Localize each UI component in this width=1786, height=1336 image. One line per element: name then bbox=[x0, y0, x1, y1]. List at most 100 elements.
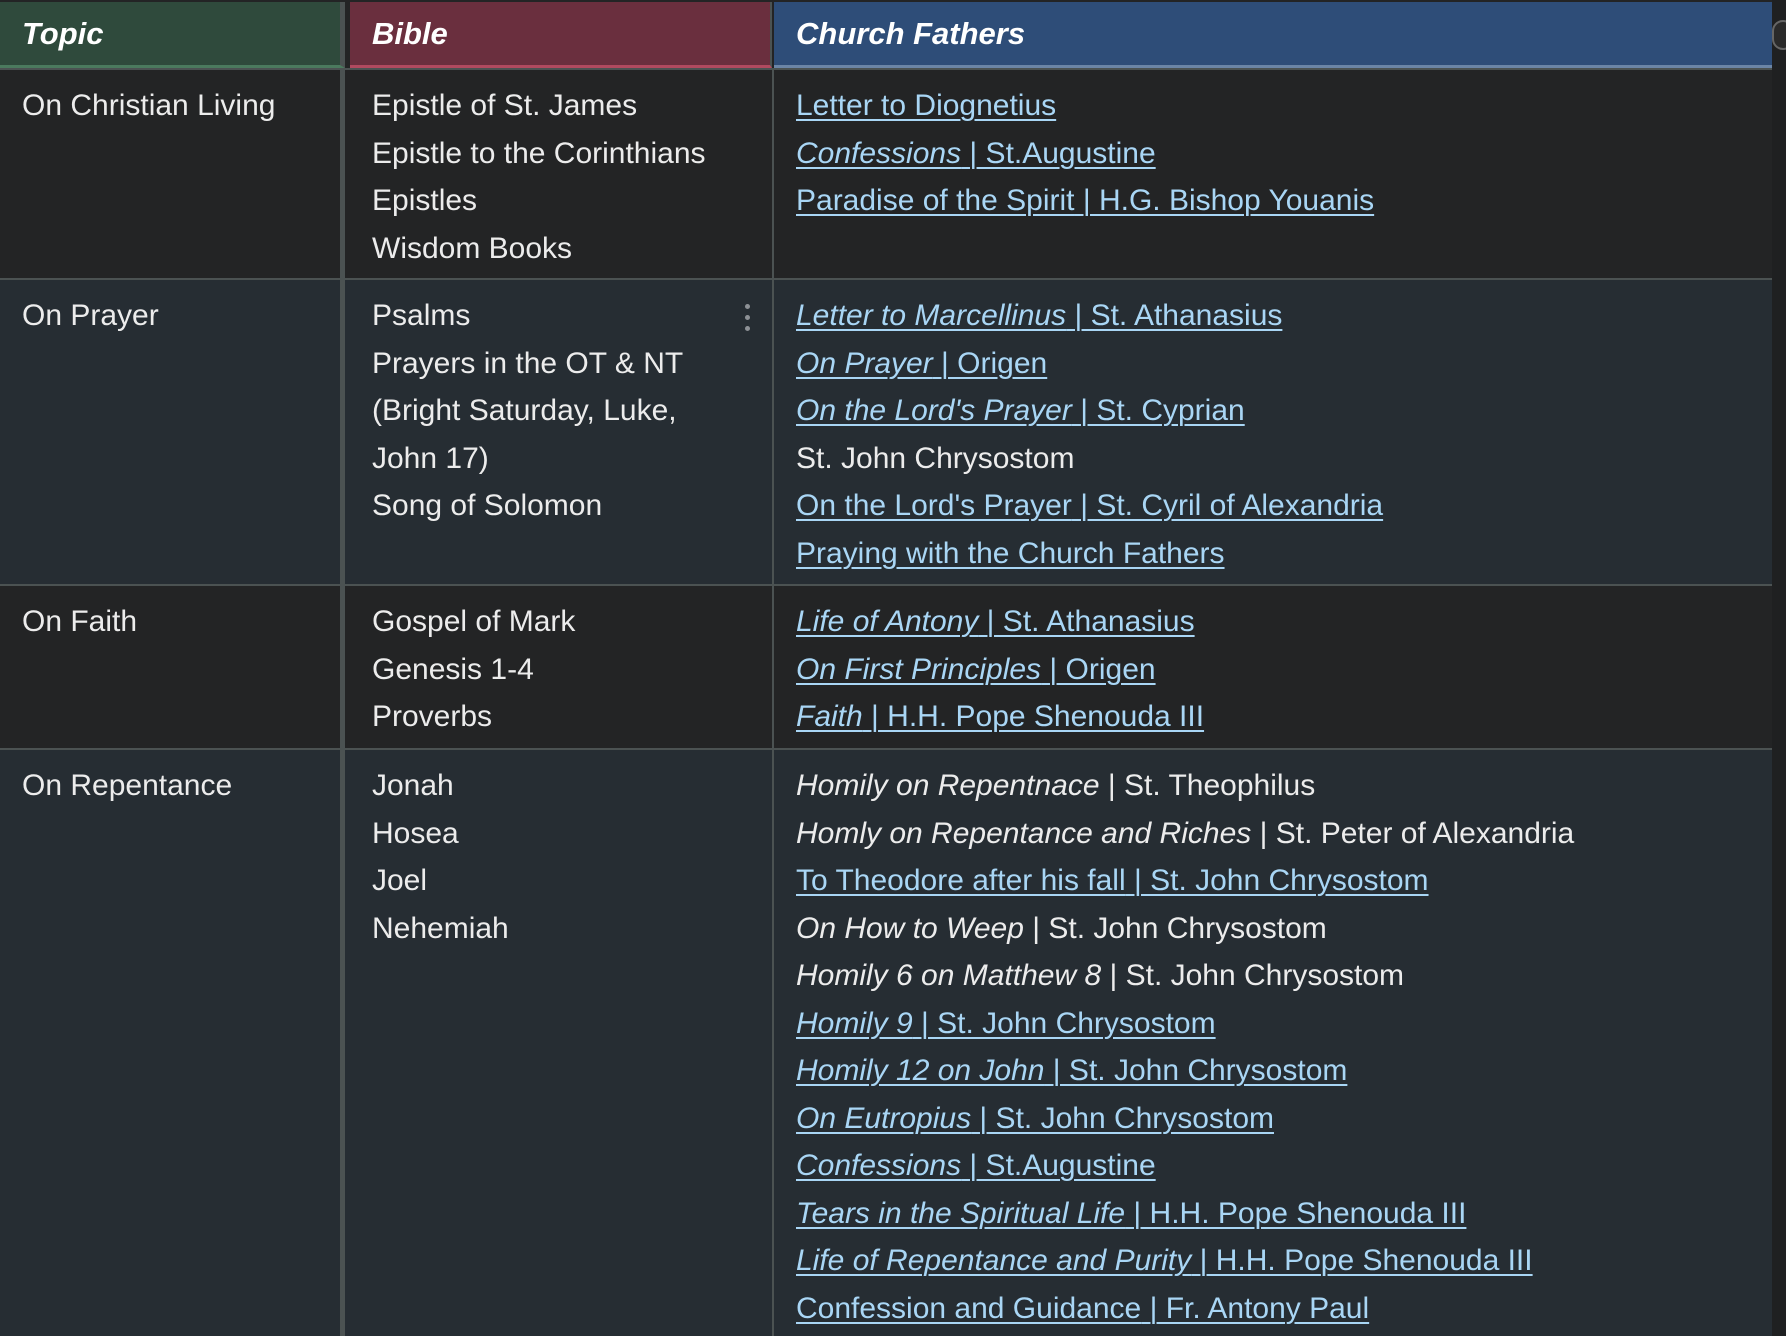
kebab-dot bbox=[745, 315, 750, 320]
cell-bible[interactable]: Psalms Prayers in the OT & NT (Bright Satu… bbox=[350, 280, 774, 584]
reading-link[interactable]: On the Lord's Prayer | St. Cyril of Alex… bbox=[796, 489, 1383, 522]
reading-link[interactable]: Paradise of the Spirit | H.G. Bishop You… bbox=[796, 184, 1374, 217]
kebab-menu-icon[interactable] bbox=[745, 304, 751, 337]
reading-author: | St. John Chrysostom bbox=[1044, 1054, 1348, 1087]
father-entry[interactable]: On Eutropius | St. John Chrysostom bbox=[796, 1095, 1772, 1143]
bible-book: Epistle of St. James bbox=[372, 89, 638, 122]
reading-link[interactable]: Letter to Diognetius bbox=[796, 89, 1056, 122]
father-entry[interactable]: Confessions | St.Augustine bbox=[796, 130, 1772, 178]
column-header-label: Topic bbox=[22, 15, 104, 51]
reading-author: | St.Augustine bbox=[961, 1149, 1156, 1182]
father-entry[interactable]: On the Lord's Prayer | St. Cyprian bbox=[796, 387, 1772, 435]
cell-church-fathers[interactable]: Letter to Marcellinus | St. Athanasius On… bbox=[776, 280, 1772, 584]
reading-link[interactable]: Faith | H.H. Pope Shenouda III bbox=[796, 700, 1204, 733]
cell-church-fathers[interactable]: Homily on Repentnace | St. Theophilus Hom… bbox=[776, 750, 1772, 1336]
cell-bible[interactable]: Jonah Hosea Joel Nehemiah bbox=[350, 750, 774, 1336]
reading-title: Confessions bbox=[796, 136, 962, 170]
bible-book: Joel bbox=[372, 864, 428, 897]
cell-topic[interactable]: On Faith bbox=[0, 586, 345, 748]
scrollbar[interactable] bbox=[1772, 0, 1786, 1336]
reading-table: Topic Bible Church Fathers On Christian … bbox=[0, 0, 1786, 1336]
reading-title: St. John Chrysostom bbox=[796, 441, 1075, 475]
reading-author: | Origen bbox=[1041, 652, 1156, 686]
reading-title: Praying with the Church Fathers bbox=[796, 536, 1225, 570]
reading-title: Life of Antony bbox=[796, 605, 979, 638]
reading-link[interactable]: Life of Repentance and Purity | H.H. Pop… bbox=[796, 1244, 1533, 1277]
reading-author: | St. Peter of Alexandria bbox=[1251, 816, 1575, 850]
reading-link[interactable]: Confession and Guidance | Fr. Antony Pau… bbox=[796, 1292, 1369, 1325]
table-row: On Christian Living Epistle of St. James E… bbox=[0, 68, 1772, 278]
reading-author: | Origen bbox=[932, 346, 1048, 380]
bible-book: Prayers in the OT & NT bbox=[372, 346, 684, 380]
reading-link[interactable]: On Prayer | Origen bbox=[796, 347, 1047, 380]
reading-author: | St. Athanasius bbox=[1066, 299, 1283, 332]
reading-title: Confession and Guidance bbox=[796, 1291, 1142, 1325]
table-row: On Faith Gospel of Mark Genesis 1-4 Proverb… bbox=[0, 584, 1772, 748]
father-entry: St. John Chrysostom bbox=[796, 435, 1772, 483]
father-entry[interactable]: To Theodore after his fall | St. John Ch… bbox=[796, 857, 1772, 905]
reading-link[interactable]: On Eutropius | St. John Chrysostom bbox=[796, 1102, 1274, 1135]
reading-link[interactable]: Confessions | St.Augustine bbox=[796, 1149, 1156, 1182]
scroll-handle[interactable] bbox=[1772, 20, 1786, 50]
father-entry[interactable]: Confessions | St.Augustine bbox=[796, 1142, 1772, 1190]
reading-link[interactable]: Tears in the Spiritual Life | H.H. Pope … bbox=[796, 1197, 1466, 1230]
father-entry[interactable]: Paradise of the Spirit | H.G. Bishop You… bbox=[796, 177, 1772, 225]
cell-church-fathers[interactable]: Letter to Diognetius Confessions | St.Aug… bbox=[776, 70, 1772, 278]
table-row: On Prayer Psalms Prayers in the OT & NT (Br… bbox=[0, 278, 1772, 584]
bible-book: Song of Solomon bbox=[372, 489, 603, 522]
reading-link[interactable]: Homily 9 | St. John Chrysostom bbox=[796, 1007, 1216, 1040]
reading-link[interactable]: To Theodore after his fall | St. John Ch… bbox=[796, 864, 1429, 897]
father-entry[interactable]: Life of Repentance and Purity | H.H. Pop… bbox=[796, 1237, 1772, 1285]
reading-title: On Prayer bbox=[796, 346, 933, 380]
father-entry[interactable]: Tears in the Spiritual Life | H.H. Pope … bbox=[796, 1190, 1772, 1238]
reading-link[interactable]: Homily 12 on John | St. John Chrysostom bbox=[796, 1054, 1347, 1087]
father-entry[interactable]: Praying with the Church Fathers bbox=[796, 530, 1772, 578]
reading-title: On the Lord's Prayer bbox=[796, 489, 1072, 522]
father-entry[interactable]: Life of Antony | St. Athanasius bbox=[796, 598, 1772, 646]
reading-title: On Eutropius bbox=[796, 1101, 972, 1135]
reading-link[interactable]: On First Principles | Origen bbox=[796, 653, 1156, 686]
table-row: On Repentance Jonah Hosea Joel Nehemiah Homil… bbox=[0, 748, 1772, 1336]
column-header-topic[interactable]: Topic bbox=[0, 2, 345, 68]
father-entry[interactable]: Letter to Marcellinus | St. Athanasius bbox=[796, 292, 1772, 340]
reading-title: On First Principles bbox=[796, 652, 1042, 686]
bible-book: Nehemiah bbox=[372, 911, 509, 945]
cell-topic[interactable]: On Prayer bbox=[0, 280, 345, 584]
father-entry[interactable]: On the Lord's Prayer | St. Cyril of Alex… bbox=[796, 482, 1772, 530]
column-header-church-fathers[interactable]: Church Fathers bbox=[774, 2, 1772, 68]
cell-topic[interactable]: On Repentance bbox=[0, 750, 345, 1336]
cell-topic[interactable]: On Christian Living bbox=[0, 70, 345, 278]
reading-title: Life of Repentance and Purity bbox=[796, 1244, 1192, 1277]
reading-link[interactable]: On the Lord's Prayer | St. Cyprian bbox=[796, 394, 1245, 427]
reading-author: | H.H. Pope Shenouda III bbox=[1125, 1196, 1467, 1230]
father-entry[interactable]: Homily 12 on John | St. John Chrysostom bbox=[796, 1047, 1772, 1095]
father-entry[interactable]: Letter to Diognetius bbox=[796, 82, 1772, 130]
bible-book: Epistle to the Corinthians bbox=[372, 136, 706, 170]
cell-church-fathers[interactable]: Life of Antony | St. Athanasius On First … bbox=[776, 586, 1772, 748]
bible-book: Gospel of Mark bbox=[372, 605, 576, 638]
topic-text: On Christian Living bbox=[22, 89, 276, 122]
father-entry[interactable]: On First Principles | Origen bbox=[796, 646, 1772, 694]
reading-author: | Fr. Antony Paul bbox=[1141, 1291, 1370, 1325]
cell-bible[interactable]: Epistle of St. James Epistle to the Corin… bbox=[350, 70, 774, 278]
reading-author: | St. John Chrysostom bbox=[1023, 911, 1327, 945]
father-entry[interactable]: Confession and Guidance | Fr. Antony Pau… bbox=[796, 1285, 1772, 1333]
column-header-label: Bible bbox=[372, 15, 448, 51]
father-entry[interactable]: Homily 9 | St. John Chrysostom bbox=[796, 1000, 1772, 1048]
father-entry[interactable]: On Prayer | Origen bbox=[796, 340, 1772, 388]
reading-link[interactable]: Life of Antony | St. Athanasius bbox=[796, 605, 1195, 638]
cell-bible[interactable]: Gospel of Mark Genesis 1-4 Proverbs bbox=[350, 586, 774, 748]
reading-title: Homily 9 bbox=[796, 1006, 913, 1040]
reading-title: Tears in the Spiritual Life bbox=[796, 1196, 1126, 1230]
column-header-bible[interactable]: Bible bbox=[350, 2, 772, 68]
bible-book: Proverbs bbox=[372, 700, 493, 733]
reading-title: Homily on Repentnace bbox=[796, 769, 1100, 802]
father-entry[interactable]: Faith | H.H. Pope Shenouda III bbox=[796, 693, 1772, 741]
reading-link[interactable]: Praying with the Church Fathers bbox=[796, 537, 1225, 570]
reading-link[interactable]: Confessions | St.Augustine bbox=[796, 137, 1156, 170]
father-entry: On How to Weep | St. John Chrysostom bbox=[796, 905, 1772, 953]
reading-author: | St. Cyril of Alexandria bbox=[1071, 489, 1384, 522]
reading-link[interactable]: Letter to Marcellinus | St. Athanasius bbox=[796, 299, 1282, 332]
bible-book: (Bright Saturday, Luke, bbox=[372, 394, 677, 427]
reading-author: | St. Athanasius bbox=[978, 605, 1195, 638]
